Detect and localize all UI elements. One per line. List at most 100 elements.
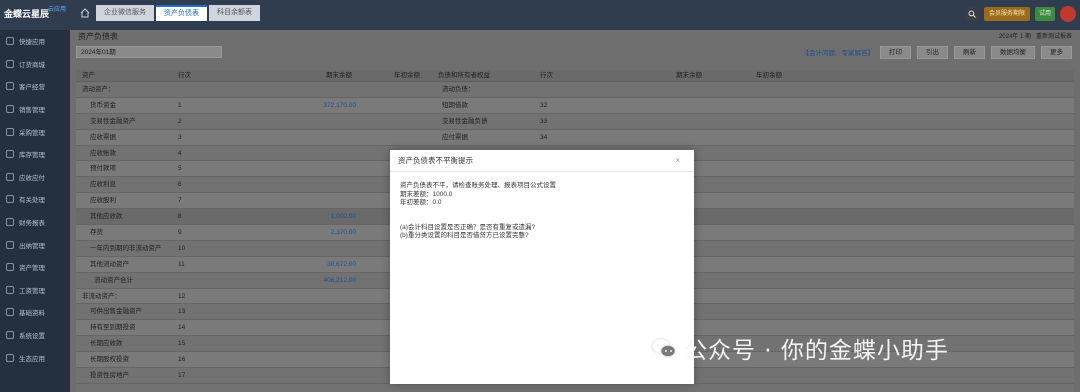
asset-end-value: 2,370.00 [330,229,356,237]
apps-icon [6,37,14,46]
gear-icon [6,331,14,340]
asset-line-no: 14 [178,324,186,332]
asset-end-value: 406,212.00 [323,276,356,284]
asset-line-no: 9 [178,229,182,237]
table-header: 资产 行次 期末余额 年初余额 负债和所有者权益 行次 期末余额 年初余额 [76,70,1074,82]
dialog-body: 资产负债表不平，请检查账务处理、报表项目公式设置 期末差额：1000.0 年初差… [390,172,694,251]
end-difference: 期末差额：1000.0 [400,190,453,198]
print-button[interactable]: 打印 [880,45,911,59]
table-row[interactable]: 应收票据 3 应付票据 34 [76,129,1074,146]
top-right-tools: 会员服务期限 试用 [964,5,1076,23]
asset-name: 货币资金 [90,101,116,109]
asset-line-no: 3 [178,133,182,141]
asset-name: 一年内到期的非流动资产 [90,244,162,252]
asset-line-no: 11 [178,260,185,268]
dialog-message: 资产负债表不平，请检查账务处理、报表项目公式设置 [400,182,556,189]
sidebar-item-cashier[interactable]: 出纳管理 [0,233,70,256]
customer-icon [6,82,14,91]
asset-line-no: 10 [178,244,186,252]
sidebar-item-reports[interactable]: 财务报表 [0,211,70,234]
sidebar-item-sales[interactable]: 销售管理 [0,98,70,121]
liability-line-no: 32 [540,101,548,109]
refresh-button[interactable]: 刷新 [954,45,985,59]
asset-end-value: 1,000.00 [330,213,356,221]
asset-name: 其他应收款 [90,213,123,221]
logo-text: 金蝶云星辰 [4,9,50,19]
user-avatar[interactable] [1060,6,1076,22]
asset-name: 投资性房地产 [90,372,129,380]
asset-line-no: 6 [178,181,182,189]
retest-link[interactable]: 重新测试报表 [1036,34,1072,40]
col-begin-balance: 年初余额 [394,72,420,79]
close-icon[interactable]: × [675,150,680,172]
table-row[interactable]: 流动资产： 流动负债： [76,82,1074,98]
expert-help-link[interactable]: 【会计问题、专家解答】 [803,47,875,57]
trial-badge: 试用 [1034,7,1055,21]
asset-name: 应收利息 [90,181,116,189]
asset-name: 应收账款 [90,149,116,157]
sidebar: 快捷应用 订货商城 客户经营 销售管理 采购管理 库存管理 应收应付 有关处理 … [0,30,70,392]
table-row[interactable]: 货币资金 1 372,170.00 短期借款 32 [76,97,1074,114]
dialog-header: 资产负债表不平衡提示 × [390,150,694,172]
hint-b: (b)重分类设置的科目是否借贷方已设置完整? [400,232,529,240]
asset-line-no: 12 [178,292,186,300]
dialog-title: 资产负债表不平衡提示 [398,156,473,165]
asset-line-no: 8 [178,213,182,221]
app-logo[interactable]: 金蝶云星辰 云应用 [4,5,68,23]
sidebar-item-ecosystem[interactable]: 生态应用 [0,346,70,369]
top-bar: 金蝶云星辰 云应用 企业微信服务 资产负债表 科目余额表 会员服务期限 试用 [0,0,1080,30]
asset-name: 持有至到期投资 [90,324,136,332]
table-row[interactable]: 交易性金融资产 2 交易性金融负债 33 [76,114,1074,130]
tab-account-balance[interactable]: 科目余额表 [209,5,260,21]
liability-name: 应付票据 [442,133,468,141]
sidebar-item-quick-apps[interactable]: 快捷应用 [0,30,70,53]
sidebar-item-processing[interactable]: 有关处理 [0,188,70,211]
logo-badge: 云应用 [48,7,67,13]
page-title: 资产负债表 [78,32,118,41]
export-button[interactable]: 引出 [917,45,948,59]
asset-name: 其他流动资产 [90,260,129,268]
col-line: 行次 [178,72,191,79]
asset-name: 可供出售金融资产 [90,308,142,316]
col-end-balance-2: 期末余额 [676,72,702,79]
sidebar-item-payroll[interactable]: 工资管理 [0,279,70,302]
asset-name: 交易性金融资产 [90,117,136,125]
balance-button[interactable]: 数据均衡 [991,45,1035,59]
sidebar-item-purchase[interactable]: 采购管理 [0,120,70,143]
data-icon [6,308,14,317]
sidebar-item-customers[interactable]: 客户经营 [0,75,70,98]
asset-name: 长期应收款 [90,340,123,348]
period-select[interactable]: 2024年01期 [76,46,222,58]
sidebar-item-order-mall[interactable]: 订货商城 [0,53,70,76]
asset-line-no: 2 [178,117,182,125]
membership-pill[interactable]: 会员服务期限 [983,7,1030,21]
liability-line-no: 33 [540,117,548,125]
col-asset: 资产 [82,72,95,79]
asset-line-no: 4 [178,149,182,157]
period-label: 2024年 1 期 [998,34,1031,40]
sidebar-item-assets[interactable]: 资产管理 [0,256,70,279]
asset-icon [6,263,14,272]
liability-name: 短期借款 [442,101,468,109]
asset-name: 应收票据 [90,133,116,141]
tab-balance-sheet[interactable]: 资产负债表 [156,5,207,21]
asset-name: 存货 [90,229,103,237]
sidebar-item-settings[interactable]: 系统设置 [0,324,70,347]
liability-line-no: 34 [540,133,548,141]
sidebar-item-inventory[interactable]: 库存管理 [0,143,70,166]
asset-line-no: 1 [178,101,182,109]
more-button[interactable]: 更多 [1041,45,1072,59]
watermark-text: 公众号 · 你的金蝶小助手 [684,338,949,364]
purchase-icon [6,127,14,136]
sidebar-item-basic-data[interactable]: 基础资料 [0,301,70,324]
report-icon [6,218,14,227]
home-icon[interactable] [76,5,94,21]
imbalance-dialog: 资产负债表不平衡提示 × 资产负债表不平，请检查账务处理、报表项目公式设置 期末… [390,150,694,384]
asset-name: 应收股利 [90,197,116,205]
sidebar-item-receivables[interactable]: 应收应付 [0,166,70,189]
payroll-icon [6,285,14,294]
search-icon[interactable] [964,7,979,21]
wechat-icon [651,337,677,358]
tab-wecom[interactable]: 企业微信服务 [96,5,154,21]
process-icon [6,195,14,204]
